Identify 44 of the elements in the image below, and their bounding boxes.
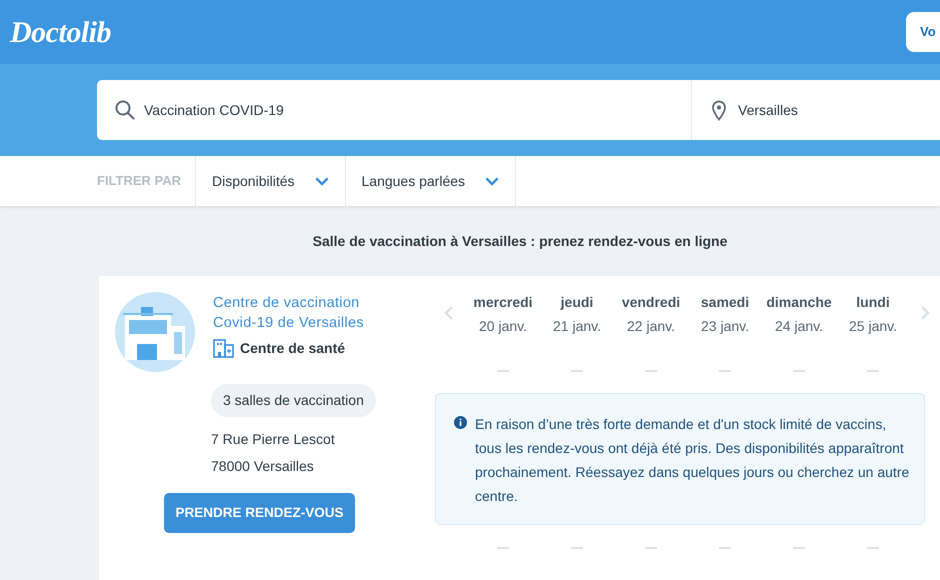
empty-slot-dash xyxy=(497,547,509,549)
day-name: jeudi xyxy=(560,293,594,312)
filter-label: FILTRER PAR xyxy=(97,172,182,190)
empty-slot-dash xyxy=(571,547,583,549)
day-date: 24 janv. xyxy=(775,317,823,336)
empty-slot-dash xyxy=(867,547,879,549)
empty-slot-dash xyxy=(645,370,657,372)
day-date: 25 janv. xyxy=(849,317,897,336)
day-name: mercredi xyxy=(473,293,533,312)
empty-slot-dash xyxy=(793,370,805,372)
day-name: dimanche xyxy=(766,293,832,312)
empty-slot-dash xyxy=(497,370,509,372)
empty-slot-dash xyxy=(719,547,731,549)
search-field[interactable]: Vaccination COVID-19 xyxy=(97,80,692,140)
day-name: lundi xyxy=(856,293,890,312)
day-name: vendredi xyxy=(622,293,680,312)
address-line: 78000 Versailles xyxy=(211,457,315,476)
page-title: Salle de vaccination à Versailles : prenez rendez-vous en ligne xyxy=(312,232,728,251)
address-line: 7 Rue Pierre Lescot xyxy=(211,430,336,449)
empty-slot-dash xyxy=(719,370,731,372)
chevron-down-icon xyxy=(314,176,328,186)
notice-text: En raison d’une très forte demande et d'un stock limité de vaccins, tous les rendez-vous ont déjà été pris. Des disponibilités apparaîtront prochainement. Réessayez dans quelques jours ou cherchez un autre centre. xyxy=(475,415,910,506)
chevron-right-icon[interactable] xyxy=(920,305,930,321)
location-field[interactable]: Versailles xyxy=(692,80,940,140)
building-icon xyxy=(213,339,234,358)
empty-slot-dash xyxy=(571,370,583,372)
filter-dropdown[interactable]: Disponibilités xyxy=(196,156,346,206)
info-icon xyxy=(454,416,467,429)
header-button[interactable]: Vo xyxy=(906,12,940,52)
search-icon xyxy=(115,100,135,120)
day-date: 23 janv. xyxy=(701,317,749,336)
empty-slot-dash xyxy=(645,547,657,549)
day-date: 21 janv. xyxy=(553,317,601,336)
chevron-down-icon xyxy=(485,176,500,186)
day-date: 22 janv. xyxy=(627,317,675,336)
empty-slot-dash xyxy=(793,547,805,549)
rooms-badge: 3 salles de vaccination xyxy=(211,384,376,417)
center-type: Centre de santé xyxy=(240,339,346,358)
filter-dropdown[interactable]: Langues parlées xyxy=(346,156,516,206)
day-date: 20 janv. xyxy=(479,317,527,336)
day-name: samedi xyxy=(700,293,750,312)
empty-slot-dash xyxy=(867,370,879,372)
map-pin-icon xyxy=(711,100,727,120)
chevron-left-icon[interactable] xyxy=(444,305,454,321)
